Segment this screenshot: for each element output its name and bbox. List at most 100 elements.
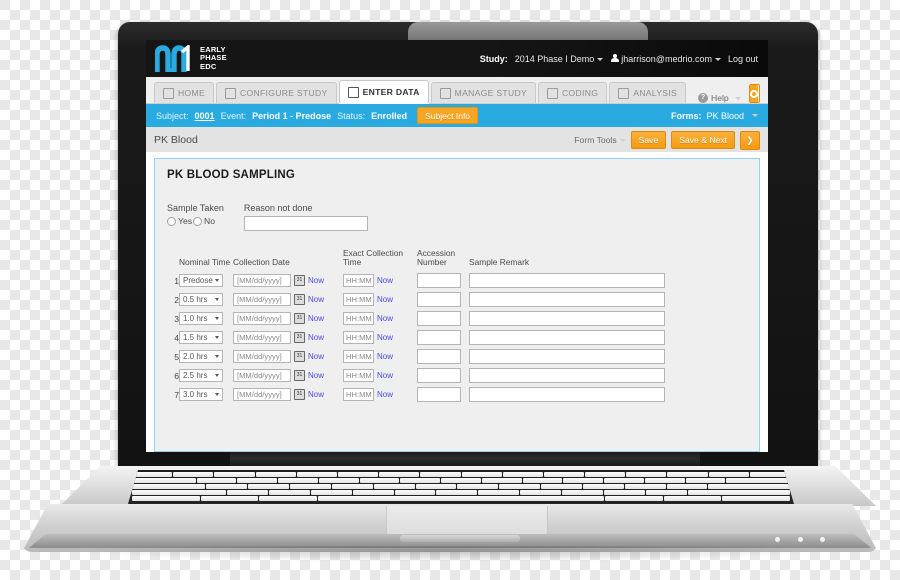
accession-number-input[interactable]: [417, 349, 461, 365]
accession-number-input[interactable]: [417, 368, 461, 384]
nominal-time-select[interactable]: 2.0 hrs: [179, 350, 223, 364]
exact-collection-time-input[interactable]: HH:MM: [343, 369, 374, 383]
user-menu[interactable]: jharrison@medrio.com: [610, 53, 721, 64]
keyboard-key: [585, 472, 626, 477]
radio-no[interactable]: [193, 216, 203, 226]
nominal-time-select[interactable]: 3.0 hrs: [179, 388, 223, 402]
form-tools-menu[interactable]: Form Tools: [574, 135, 626, 145]
sample-remark-input[interactable]: [469, 311, 665, 327]
collection-date-input[interactable]: [MM/dd/yyyy]: [233, 350, 291, 364]
sample-remark-input[interactable]: [469, 368, 665, 384]
sample-remark-input[interactable]: [469, 330, 665, 346]
collection-date-now-link[interactable]: Now: [308, 352, 324, 361]
exact-time-now-link[interactable]: Now: [377, 371, 393, 380]
exact-time-now-link[interactable]: Now: [377, 352, 393, 361]
nominal-time-select[interactable]: Predose: [179, 274, 223, 288]
logout-link[interactable]: Log out: [728, 54, 758, 64]
forms-selector[interactable]: Forms: PK Blood: [671, 111, 758, 121]
collection-date-input[interactable]: [MM/dd/yyyy]: [233, 274, 291, 288]
search-input[interactable]: [757, 85, 759, 102]
app-logo[interactable]: EARLY PHASE EDC: [154, 43, 227, 74]
chevron-down-icon: [215, 336, 219, 340]
tab-home[interactable]: HOME: [154, 82, 214, 103]
exact-time-cell: HH:MM Now: [343, 369, 417, 383]
collection-date-now-link[interactable]: Now: [308, 276, 324, 285]
help-label: Help: [711, 93, 729, 103]
exact-collection-time-input[interactable]: HH:MM: [343, 293, 374, 307]
exact-time-now-link[interactable]: Now: [377, 276, 393, 285]
chevron-down-icon: [215, 298, 219, 302]
tab-configure-study[interactable]: CONFIGURE STUDY: [215, 82, 337, 103]
calendar-icon[interactable]: 31: [294, 351, 305, 363]
tab-coding[interactable]: CODING: [538, 82, 608, 103]
collection-date-now-link[interactable]: Now: [308, 390, 324, 399]
exact-time-cell: HH:MM Now: [343, 331, 417, 345]
collection-date-input[interactable]: [MM/dd/yyyy]: [233, 369, 291, 383]
calendar-icon[interactable]: 31: [294, 294, 305, 306]
collection-date-now-link[interactable]: Now: [308, 314, 324, 323]
study-selector[interactable]: 2014 Phase I Demo: [515, 54, 604, 64]
keyboard-key: [626, 472, 667, 477]
save-and-next-button[interactable]: Save & Next: [671, 131, 735, 149]
exact-collection-time-input[interactable]: HH:MM: [343, 350, 374, 364]
collection-date-input[interactable]: [MM/dd/yyyy]: [233, 293, 291, 307]
exact-time-now-link[interactable]: Now: [377, 390, 393, 399]
search-settings-button[interactable]: [749, 85, 758, 102]
keyboard-key: [248, 484, 290, 489]
exact-collection-time-input[interactable]: HH:MM: [343, 274, 374, 288]
collection-date-input[interactable]: [MM/dd/yyyy]: [233, 331, 291, 345]
subject-info-button[interactable]: Subject Info: [417, 107, 479, 124]
tab-manage-study[interactable]: MANAGE STUDY: [430, 82, 537, 103]
accession-number-input[interactable]: [417, 273, 461, 289]
tab-analysis[interactable]: ANALYSIS: [609, 82, 687, 103]
calendar-icon[interactable]: 31: [294, 332, 305, 344]
row-number: 1: [174, 275, 179, 286]
sample-remark-input[interactable]: [469, 273, 665, 289]
tab-label: CODING: [562, 88, 599, 98]
accession-number-input[interactable]: [417, 311, 461, 327]
sample-remark-input[interactable]: [469, 349, 665, 365]
exact-collection-time-input[interactable]: HH:MM: [343, 331, 374, 345]
chevron-down-icon: [752, 114, 758, 117]
calendar-icon[interactable]: 31: [294, 313, 305, 325]
nominal-time-select[interactable]: 2.5 hrs: [179, 369, 223, 383]
accession-number-input[interactable]: [417, 387, 461, 403]
tab-enter-data[interactable]: ENTER DATA: [338, 80, 429, 103]
table-header-row: Nominal Time Collection Date Exact Colle…: [167, 249, 747, 271]
collection-date-input[interactable]: [MM/dd/yyyy]: [233, 388, 291, 402]
collection-date-now-link[interactable]: Now: [308, 333, 324, 342]
row-number: 4: [174, 332, 179, 343]
accession-number-input[interactable]: [417, 330, 461, 346]
next-form-button[interactable]: ❯: [740, 130, 760, 150]
collection-date-input[interactable]: [MM/dd/yyyy]: [233, 312, 291, 326]
exact-time-now-link[interactable]: Now: [377, 333, 393, 342]
nominal-time-select[interactable]: 1.0 hrs: [179, 312, 223, 326]
keyboard-key: [337, 472, 379, 477]
calendar-icon[interactable]: 31: [294, 389, 305, 401]
collection-date-now-link[interactable]: Now: [308, 295, 324, 304]
radio-yes[interactable]: [167, 216, 176, 226]
exact-collection-time-input[interactable]: HH:MM: [343, 312, 374, 326]
calendar-icon[interactable]: 31: [294, 370, 305, 382]
nominal-time-select[interactable]: 1.5 hrs: [179, 331, 223, 345]
exact-time-now-link[interactable]: Now: [377, 295, 393, 304]
exact-time-cell: HH:MM Now: [343, 274, 417, 288]
exact-collection-time-input[interactable]: HH:MM: [343, 388, 374, 402]
keyboard-key: [687, 490, 790, 495]
save-button[interactable]: Save: [630, 131, 667, 149]
sample-remark-input[interactable]: [469, 292, 665, 308]
collection-date-now-link[interactable]: Now: [308, 371, 324, 380]
status-leds: [775, 537, 825, 543]
accession-number-input[interactable]: [417, 292, 461, 308]
form-toolbar: PK Blood Form Tools Save Save & Next ❯: [146, 127, 768, 154]
tab-label: CONFIGURE STUDY: [239, 88, 328, 98]
subject-id-link[interactable]: 0001: [195, 111, 215, 121]
exact-time-now-link[interactable]: Now: [377, 314, 393, 323]
calendar-icon[interactable]: 31: [294, 275, 305, 287]
reason-not-done-input[interactable]: [243, 216, 368, 231]
nominal-time-select[interactable]: 0.5 hrs: [179, 293, 223, 307]
help-menu[interactable]: ? Help: [698, 93, 741, 103]
logo-wordmark: EARLY PHASE EDC: [200, 45, 227, 71]
chevron-down-icon: [215, 355, 219, 359]
sample-remark-input[interactable]: [469, 387, 665, 403]
